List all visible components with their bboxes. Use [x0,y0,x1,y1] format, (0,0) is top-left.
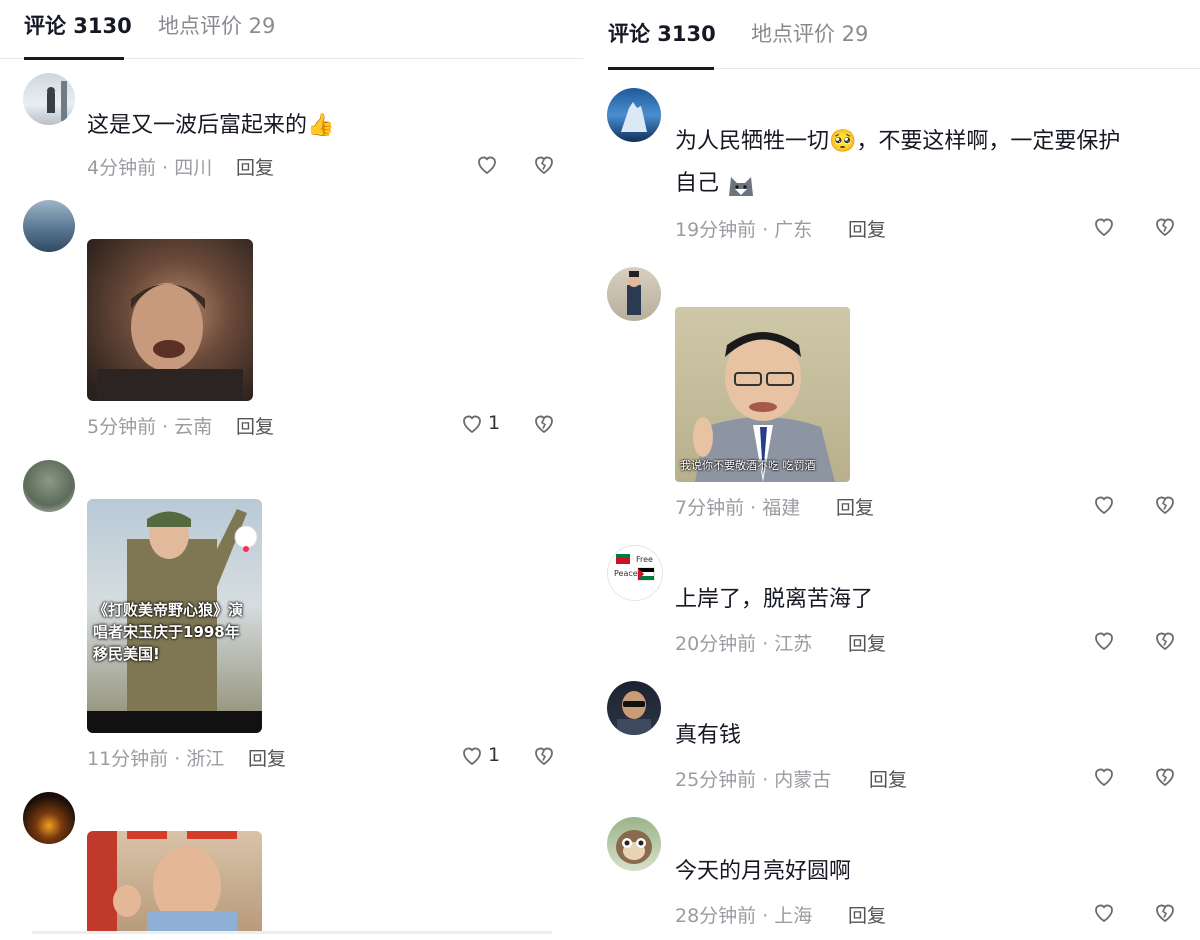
wolf-emoji-icon [726,171,756,197]
avatar[interactable] [23,792,75,844]
heart-icon[interactable] [1092,628,1116,652]
tab-bar: 评论 3130 地点评价 29 [0,0,583,60]
reply-button[interactable]: 回复 [848,901,886,928]
dislike-broken-heart-icon[interactable] [532,411,556,435]
comment-meta: 25分钟前 · 内蒙古 [675,769,832,791]
comment-meta: 19分钟前 · 广东 [675,219,813,241]
comment-meta: 7分钟前 · 福建 [675,497,801,519]
reply-button[interactable]: 回复 [248,744,286,771]
tab-place-reviews[interactable]: 地点评价 29 [751,18,868,48]
like-count: 1 [488,412,501,434]
comment-meta: 4分钟前 · 四川 [87,157,213,179]
heart-icon[interactable] [475,152,499,176]
reply-button[interactable]: 回复 [836,493,874,520]
heart-icon[interactable] [460,743,484,767]
dislike-broken-heart-icon[interactable] [1153,492,1177,516]
reply-button[interactable]: 回复 [869,765,907,792]
avatar-text-free: Free [636,555,653,564]
dislike-broken-heart-icon[interactable] [532,152,556,176]
right-comment-panel: 评论 3130 地点评价 29 为人民牺牲一切🥺，不要这样啊，一定要保护 自己 … [607,0,1200,940]
active-tab-underline [608,67,714,70]
dislike-broken-heart-icon[interactable] [1153,900,1177,924]
heart-icon[interactable] [460,411,484,435]
comment-image[interactable] [87,831,262,931]
avatar[interactable] [23,460,75,512]
avatar[interactable] [23,200,75,252]
reply-button[interactable]: 回复 [236,153,274,180]
dislike-broken-heart-icon[interactable] [1153,764,1177,788]
comment-image[interactable] [87,239,253,401]
image-subtitle: 我说你不要敬酒不吃 吃罚酒 [680,459,816,472]
tab-comments[interactable]: 评论 3130 [608,18,716,48]
panel-separator [583,0,607,940]
dislike-broken-heart-icon[interactable] [1153,628,1177,652]
heart-icon[interactable] [1092,764,1116,788]
reply-button[interactable]: 回复 [848,629,886,656]
comment-meta: 20分钟前 · 江苏 [675,633,813,655]
comment-meta: 5分钟前 · 云南 [87,416,213,438]
avatar[interactable] [23,73,75,125]
image-caption: 《打败美帝野心狼》演唱者宋玉庆于1998年移民美国! [93,601,244,663]
avatar-text-peace: Peace [614,569,638,578]
comment-meta: 11分钟前 · 浙江 [87,748,225,770]
comment-meta: 28分钟前 · 上海 [675,905,813,927]
avatar[interactable] [607,817,661,871]
avatar[interactable] [607,267,661,321]
reply-button[interactable]: 回复 [236,412,274,439]
heart-icon[interactable] [1092,492,1116,516]
tab-bar: 评论 3130 地点评价 29 [607,0,1200,70]
dislike-broken-heart-icon[interactable] [532,743,556,767]
comment-text-line2: 自己 [675,163,756,205]
heart-icon[interactable] [1092,214,1116,238]
comment-text: 这是又一波后富起来的👍 [87,113,335,138]
comment-text: 真有钱 [675,723,742,748]
comment-text: 上岸了，脱离苦海了 [675,587,874,612]
dislike-broken-heart-icon[interactable] [1153,214,1177,238]
scroll-indicator-bar [32,931,552,934]
left-comment-panel: 评论 3130 地点评价 29 这是又一波后富起来的👍 4分钟前 · 四川 回复… [0,0,583,940]
thumbs-up-emoji-icon: 👍 [307,113,335,138]
avatar[interactable]: Free Peace [607,545,663,601]
tab-comments[interactable]: 评论 3130 [24,10,132,40]
comment-image[interactable]: 我说你不要敬酒不吃 吃罚酒 [675,307,850,482]
heart-icon[interactable] [1092,900,1116,924]
comment-text: 今天的月亮好圆啊 [675,859,852,884]
active-tab-underline [24,57,124,60]
comment-text-line1: 为人民牺牲一切🥺，不要这样啊，一定要保护 [675,129,1121,154]
like-count: 1 [488,744,501,766]
tab-place-reviews[interactable]: 地点评价 29 [158,10,275,40]
avatar[interactable] [607,88,661,142]
reply-button[interactable]: 回复 [848,215,886,242]
avatar[interactable] [607,681,661,735]
comment-image[interactable]: 《打败美帝野心狼》演唱者宋玉庆于1998年移民美国! [87,499,262,733]
